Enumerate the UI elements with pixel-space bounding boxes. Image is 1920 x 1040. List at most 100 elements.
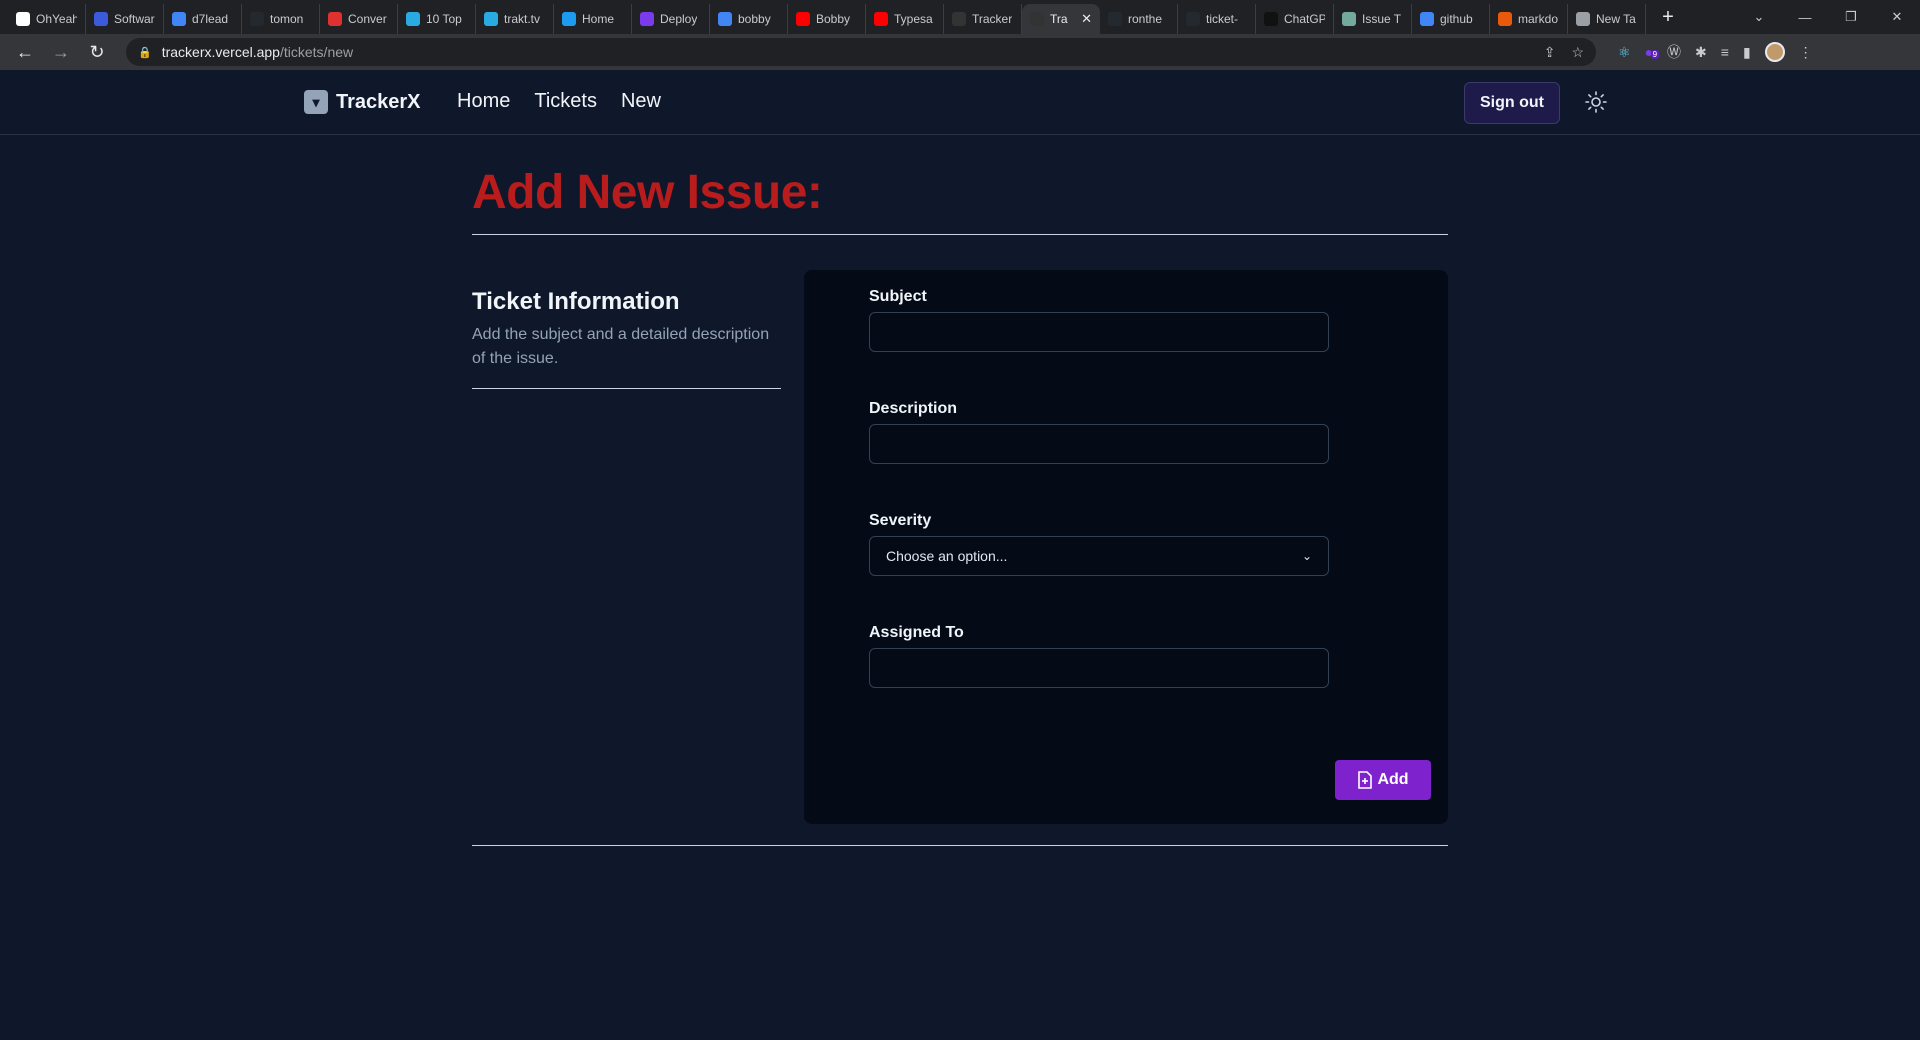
google-icon: [172, 12, 186, 26]
browser-tab[interactable]: github: [1412, 4, 1490, 34]
chrome-icon: [1576, 12, 1590, 26]
browser-tab-title: 10 Top: [426, 12, 462, 26]
browser-tab-title: Deploy: [660, 12, 698, 26]
browser-tab[interactable]: ticket-: [1178, 4, 1256, 34]
file-plus-icon: [1358, 771, 1373, 789]
severity-select[interactable]: Choose an option... ⌄: [869, 536, 1329, 576]
browser-tab-title: Conver: [348, 12, 387, 26]
close-tab-icon[interactable]: ✕: [1081, 11, 1092, 27]
assigned-to-label: Assigned To: [869, 624, 964, 641]
w-icon: [16, 12, 30, 26]
nav-tickets-link[interactable]: Tickets: [534, 90, 597, 113]
browser-tab[interactable]: Bobby: [788, 4, 866, 34]
browser-tab-title: Bobby: [816, 12, 851, 26]
react-devtools-icon[interactable]: ⚛: [1618, 44, 1631, 61]
nav-new-link[interactable]: New: [621, 90, 661, 113]
browser-tab-title: OhYeah: [36, 12, 77, 26]
browser-tab[interactable]: Home: [554, 4, 632, 34]
browser-tab[interactable]: Conver: [320, 4, 398, 34]
browser-tab[interactable]: Issue T: [1334, 4, 1412, 34]
address-bar[interactable]: 🔒 trackerx.vercel.app /tickets/new ⇪ ☆: [126, 38, 1596, 66]
browser-tab-title: Typesa: [894, 12, 933, 26]
ticket-form-card: Subject Description Severity Choose an o…: [804, 270, 1448, 824]
forward-button[interactable]: →: [46, 37, 76, 67]
chevron-down-icon: ⌄: [1301, 549, 1312, 563]
share-icon[interactable]: ⇪: [1544, 44, 1556, 61]
browser-tab-title: Software: [114, 12, 155, 26]
add-button[interactable]: Add: [1335, 760, 1431, 800]
browser-tab[interactable]: d7lead: [164, 4, 242, 34]
browser-tab[interactable]: Typesa: [866, 4, 944, 34]
url-host: trackerx.vercel.app: [161, 44, 280, 60]
fire-icon: [1498, 12, 1512, 26]
section-title: Ticket Information: [472, 288, 680, 315]
github-icon: [1186, 12, 1200, 26]
browser-tab-title: Issue T: [1362, 12, 1402, 26]
browser-tab-title: github: [1440, 12, 1473, 26]
browser-tab[interactable]: markdo: [1490, 4, 1568, 34]
browser-tab-title: Home: [582, 12, 615, 26]
puzzle-extensions-icon[interactable]: ✱: [1695, 44, 1707, 61]
browser-tab-strip: OhYeah Software d7lead tomon Conver 10 Top tra…: [0, 0, 1920, 34]
menu-kebab-icon[interactable]: ⋮: [1799, 44, 1813, 61]
severity-selected-value: Choose an option...: [886, 548, 1008, 564]
browser-toolbar: ← → ↻ 🔒 trackerx.vercel.app /tickets/new…: [0, 34, 1920, 70]
close-window-button[interactable]: ✕: [1874, 0, 1920, 34]
app-navbar: ▾ TrackerX Home Tickets New Sign out: [0, 70, 1920, 135]
browser-tab-title: trakt.tv: [504, 12, 541, 26]
browser-tab[interactable]: trakt.tv: [476, 4, 554, 34]
browser-tab[interactable]: 10 Top: [398, 4, 476, 34]
severity-label: Severity: [869, 512, 932, 529]
browser-tab-title: ChatGP: [1284, 12, 1325, 26]
tracker-icon: [1030, 12, 1044, 26]
side-panel-icon[interactable]: ▮: [1743, 44, 1751, 61]
section-description: Add the subject and a detailed descripti…: [472, 326, 770, 367]
description-input[interactable]: [869, 424, 1329, 464]
new-tab-button[interactable]: +: [1654, 3, 1682, 31]
browser-tab-title: d7lead: [192, 12, 229, 26]
github-icon: [250, 12, 264, 26]
page-title: Add New Issue:: [472, 166, 823, 219]
description-label: Description: [869, 400, 958, 417]
a-icon: [94, 12, 108, 26]
tab-list: OhYeah Software d7lead tomon Conver 10 Top tra…: [0, 0, 1646, 34]
extension-badge-icon[interactable]: ● 9: [1645, 44, 1660, 60]
reading-list-icon[interactable]: ≡: [1721, 44, 1729, 60]
theme-toggle-sun-icon[interactable]: [1584, 90, 1608, 114]
browser-tab-title: markdo: [1518, 12, 1559, 26]
chatgpt-icon: [1342, 12, 1356, 26]
openai-icon: [1264, 12, 1278, 26]
brand-link[interactable]: ▾ TrackerX: [304, 90, 421, 114]
reload-button[interactable]: ↻: [82, 37, 112, 67]
browser-tab[interactable]: New Ta: [1568, 4, 1646, 34]
browser-tab[interactable]: ronthe: [1100, 4, 1178, 34]
browser-tab[interactable]: Deploy: [632, 4, 710, 34]
assigned-to-input[interactable]: [869, 648, 1329, 688]
title-divider: [472, 234, 1448, 235]
browser-tab-title: Tracker: [972, 12, 1013, 26]
browser-tab[interactable]: bobby: [710, 4, 788, 34]
sign-out-button[interactable]: Sign out: [1464, 82, 1560, 124]
browser-tab[interactable]: Software: [86, 4, 164, 34]
w-extension-icon[interactable]: Ⓦ: [1667, 42, 1681, 62]
snowflake-icon: [484, 12, 498, 26]
browser-tab-title: ronthe: [1128, 12, 1163, 26]
browser-tab[interactable]: Tracker: [944, 4, 1022, 34]
google-icon: [718, 12, 732, 26]
tab-search-icon[interactable]: ⌄: [1736, 0, 1782, 34]
browser-tab-title: tomon: [270, 12, 304, 26]
d-icon: [640, 12, 654, 26]
nav-home-link[interactable]: Home: [457, 90, 510, 113]
restore-button[interactable]: ❐: [1828, 0, 1874, 34]
minimize-button[interactable]: —: [1782, 0, 1828, 34]
bookmark-star-icon[interactable]: ☆: [1571, 44, 1584, 61]
browser-tab[interactable]: Tra ✕: [1022, 4, 1100, 34]
browser-tab[interactable]: tomon: [242, 4, 320, 34]
back-button[interactable]: ←: [10, 37, 40, 67]
subject-input[interactable]: [869, 312, 1329, 352]
youtube-icon: [796, 12, 810, 26]
browser-tab[interactable]: OhYeah: [8, 4, 86, 34]
profile-avatar[interactable]: [1764, 42, 1785, 62]
window-controls: ⌄ — ❐ ✕: [1736, 0, 1920, 34]
browser-tab[interactable]: ChatGP: [1256, 4, 1334, 34]
